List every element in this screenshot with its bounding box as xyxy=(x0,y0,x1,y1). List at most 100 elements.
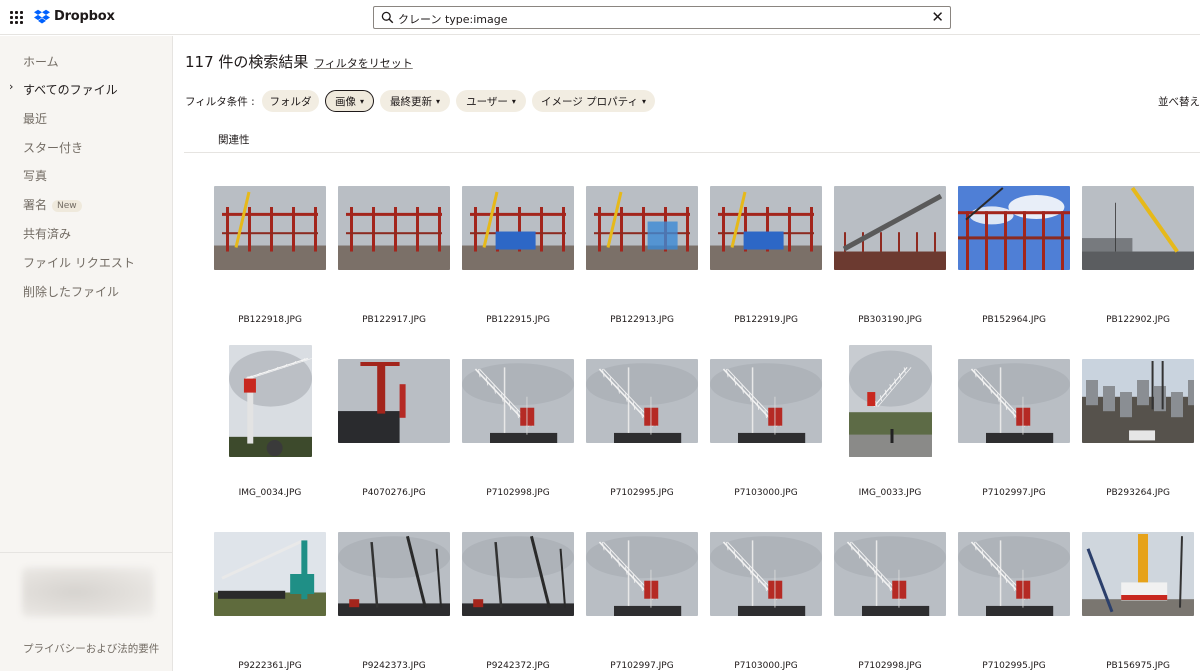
filter-chip-2[interactable]: 最終更新 ▾ xyxy=(380,90,450,112)
file-thumbnail[interactable] xyxy=(958,359,1070,443)
file-name[interactable]: P4070276.JPG xyxy=(332,488,456,498)
thumbnail-image xyxy=(586,532,698,616)
sidebar-item-3[interactable]: スター付き xyxy=(23,139,83,156)
filter-chip-1[interactable]: 画像 ▾ xyxy=(325,90,374,112)
filter-chip-label: イメージ プロパティ xyxy=(540,95,638,108)
thumbnail-frame xyxy=(580,166,704,290)
file-thumbnail[interactable] xyxy=(462,359,574,443)
file-thumbnail[interactable] xyxy=(834,186,946,270)
file-name[interactable]: PB122918.JPG xyxy=(208,315,332,325)
thumbnail-image xyxy=(462,186,574,270)
sidebar-item-7[interactable]: ファイル リクエスト xyxy=(23,254,135,271)
reset-filters-link[interactable]: フィルタをリセット xyxy=(314,55,413,71)
file-thumbnail[interactable] xyxy=(1082,186,1194,270)
sidebar-item-label: ファイル リクエスト xyxy=(23,256,135,270)
sidebar-item-6[interactable]: 共有済み xyxy=(23,225,71,242)
account-info-blurred[interactable] xyxy=(22,567,154,617)
file-thumbnail[interactable] xyxy=(338,532,450,616)
header-divider xyxy=(184,152,1200,153)
thumbnail-frame xyxy=(828,512,952,636)
sidebar-item-8[interactable]: 削除したファイル xyxy=(23,283,119,300)
thumbnail-image xyxy=(228,345,312,457)
file-thumbnail[interactable] xyxy=(1082,532,1194,616)
file-name[interactable]: PB122913.JPG xyxy=(580,315,704,325)
file-name[interactable]: PB152964.JPG xyxy=(952,315,1076,325)
filter-chip-3[interactable]: ユーザー ▾ xyxy=(456,90,526,112)
thumbnail-image xyxy=(338,359,450,443)
file-thumbnail[interactable] xyxy=(214,186,326,270)
privacy-link[interactable]: プライバシーおよび法的要件 xyxy=(23,641,159,656)
expand-caret-icon[interactable]: › xyxy=(9,80,13,93)
sidebar-item-2[interactable]: 最近 xyxy=(23,110,47,127)
app-grid-icon[interactable] xyxy=(10,11,23,24)
file-thumbnail[interactable] xyxy=(462,186,574,270)
sidebar-item-label: 最近 xyxy=(23,112,48,126)
file-name[interactable]: P9222361.JPG xyxy=(208,661,332,671)
file-thumbnail[interactable] xyxy=(586,532,698,616)
file-name[interactable]: P7103000.JPG xyxy=(704,661,828,671)
file-name[interactable]: P9242372.JPG xyxy=(456,661,580,671)
sidebar-item-label: 署名 xyxy=(23,198,48,212)
file-name[interactable]: P7103000.JPG xyxy=(704,488,828,498)
tab-relevance[interactable]: 関連性 xyxy=(218,132,250,147)
search-bar[interactable]: クレーン type:image ✕ xyxy=(373,6,951,29)
close-icon[interactable]: ✕ xyxy=(931,10,944,25)
filter-chip-0[interactable]: フォルダ xyxy=(262,90,319,112)
thumbnail-image xyxy=(958,532,1070,616)
file-name[interactable]: PB122915.JPG xyxy=(456,315,580,325)
file-name[interactable]: P9242373.JPG xyxy=(332,661,456,671)
file-name[interactable]: P7102998.JPG xyxy=(828,661,952,671)
file-name[interactable]: IMG_0033.JPG xyxy=(828,488,952,498)
file-name[interactable]: PB122917.JPG xyxy=(332,315,456,325)
thumbnail-frame xyxy=(1076,166,1200,290)
sidebar-item-0[interactable]: ホーム xyxy=(23,53,59,70)
sidebar-item-1[interactable]: すべてのファイル xyxy=(23,81,118,98)
file-thumbnail[interactable] xyxy=(228,345,312,457)
file-thumbnail[interactable] xyxy=(710,359,822,443)
file-name[interactable]: P7102995.JPG xyxy=(952,661,1076,671)
file-name[interactable]: P7102997.JPG xyxy=(952,488,1076,498)
file-thumbnail[interactable] xyxy=(338,359,450,443)
file-thumbnail[interactable] xyxy=(338,186,450,270)
file-thumbnail[interactable] xyxy=(834,532,946,616)
file-thumbnail[interactable] xyxy=(848,345,932,457)
thumbnail-frame xyxy=(952,512,1076,636)
search-input[interactable]: クレーン type:image xyxy=(398,11,508,27)
file-thumbnail[interactable] xyxy=(710,186,822,270)
file-name[interactable]: PB156975.JPG xyxy=(1076,661,1200,671)
file-thumbnail[interactable] xyxy=(958,186,1070,270)
file-name[interactable]: PB122919.JPG xyxy=(704,315,828,325)
thumbnail-frame xyxy=(456,512,580,636)
thumbnail-frame xyxy=(332,339,456,463)
sort-button[interactable]: 並べ替え xyxy=(1158,94,1200,109)
file-name[interactable]: PB303190.JPG xyxy=(828,315,952,325)
file-name[interactable]: P7102995.JPG xyxy=(580,488,704,498)
file-thumbnail[interactable] xyxy=(462,532,574,616)
file-thumbnail[interactable] xyxy=(710,532,822,616)
thumbnail-image xyxy=(1082,186,1194,270)
filter-chip-4[interactable]: イメージ プロパティ ▾ xyxy=(532,90,655,112)
sidebar-item-label: 削除したファイル xyxy=(23,285,120,299)
file-thumbnail[interactable] xyxy=(214,532,326,616)
file-thumbnail[interactable] xyxy=(958,532,1070,616)
thumbnail-frame xyxy=(580,339,704,463)
dropbox-logo-icon xyxy=(34,9,50,24)
file-name[interactable]: IMG_0034.JPG xyxy=(208,488,332,498)
thumbnail-frame xyxy=(332,166,456,290)
file-thumbnail[interactable] xyxy=(586,359,698,443)
sidebar-item-label: 共有済み xyxy=(23,227,72,241)
brand-name: Dropbox xyxy=(54,9,115,24)
filter-chip-label: フォルダ xyxy=(269,95,312,108)
file-name[interactable]: PB122902.JPG xyxy=(1076,315,1200,325)
file-name[interactable]: P7102998.JPG xyxy=(456,488,580,498)
search-icon xyxy=(381,11,394,24)
dropbox-logo[interactable]: Dropbox xyxy=(34,9,115,24)
file-name[interactable]: P7102997.JPG xyxy=(580,661,704,671)
thumbnail-frame xyxy=(704,339,828,463)
file-name[interactable]: PB293264.JPG xyxy=(1076,488,1200,498)
sidebar-item-4[interactable]: 写真 xyxy=(23,167,47,184)
file-thumbnail[interactable] xyxy=(1082,359,1194,443)
file-thumbnail[interactable] xyxy=(586,186,698,270)
thumbnail-image xyxy=(338,532,450,616)
sidebar-item-5[interactable]: 署名 New xyxy=(23,196,82,213)
